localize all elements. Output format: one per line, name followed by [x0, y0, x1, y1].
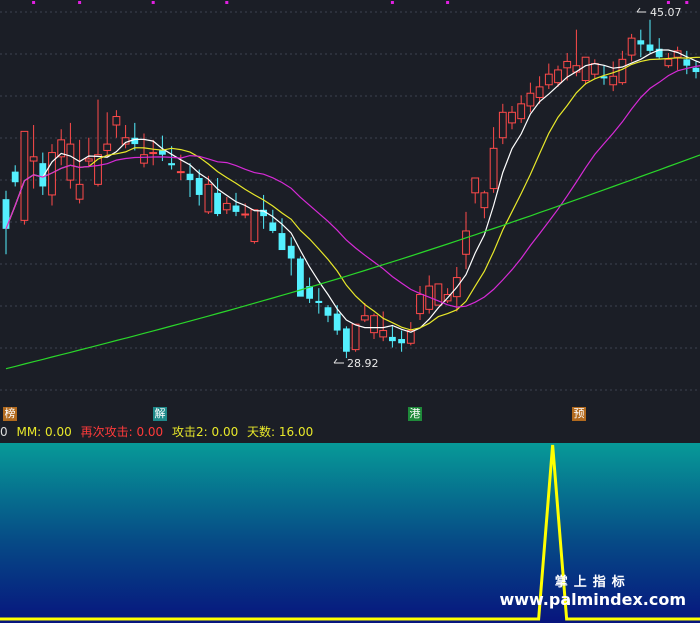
ma20-line [5, 65, 700, 308]
candle-body [66, 143, 75, 181]
candle-body [462, 230, 470, 255]
candle-body [204, 183, 213, 213]
price-labels: 45.07 28.92 [333, 6, 682, 370]
candle-body [84, 158, 93, 162]
candle-body [112, 116, 121, 126]
candle-body [416, 294, 424, 315]
candle-body [250, 209, 259, 243]
candle-body [222, 202, 231, 211]
candle-body [75, 183, 84, 200]
candle-body [39, 163, 47, 187]
indicator-mm: MM: 0.00 [16, 425, 72, 439]
candle-body [159, 150, 166, 155]
candle-body [103, 143, 112, 151]
candle-body [149, 152, 158, 155]
low-price-label: 28.92 [347, 357, 379, 370]
event-dot [78, 1, 82, 4]
candle-body [379, 330, 388, 338]
candle-body [29, 156, 38, 162]
candle-body [637, 40, 645, 45]
event-dot [666, 1, 670, 4]
moving-average-lines [5, 49, 700, 370]
candle-body [287, 245, 295, 259]
event-dot [685, 1, 689, 4]
watermark-cn: 掌上指标 [554, 575, 631, 590]
stock-chart-window: 45.07 28.92 榜 解 港 预 0 MM: 0.00 再次攻击: 0.0… [0, 0, 700, 623]
candle-body [20, 130, 29, 221]
candle-body [563, 60, 572, 69]
candle-body [140, 154, 148, 164]
event-dots [32, 1, 689, 4]
indicator-tianshu: 天数: 16.00 [247, 425, 314, 439]
candle-body [526, 92, 535, 107]
candle-body [214, 192, 221, 215]
candle-body [11, 171, 19, 183]
candle-body [664, 58, 673, 67]
candles-layer [2, 19, 700, 359]
candle-body [517, 103, 526, 120]
candle-body [324, 307, 332, 316]
indicator-zaici-gongji: 再次攻击: 0.00 [80, 425, 164, 439]
candle-body [609, 75, 618, 86]
candle-body [195, 177, 203, 195]
marker-jie[interactable]: 解 [153, 407, 167, 421]
candle-body [343, 328, 350, 352]
candle-body [398, 339, 405, 344]
watermark-url: www.palmindex.com [499, 590, 686, 609]
candle-body [232, 205, 240, 212]
candle-body [168, 163, 175, 166]
event-dot [390, 1, 394, 4]
event-dot [225, 1, 229, 4]
marker-bang[interactable]: 榜 [3, 407, 17, 421]
candle-body [370, 315, 378, 334]
candle-body [278, 233, 286, 251]
indicator-prefix: 0 [0, 425, 8, 439]
candle-body [176, 171, 185, 174]
candle-body [498, 111, 507, 139]
candle-body [315, 300, 323, 304]
candle-body [351, 323, 360, 351]
candle-body [627, 37, 636, 56]
candle-body [508, 111, 516, 124]
candle-body [646, 44, 654, 51]
candle-body [471, 177, 480, 194]
candle-body [554, 69, 562, 84]
candle-body [333, 313, 341, 331]
ma5-line [5, 49, 700, 333]
low-pointer [333, 358, 344, 364]
indicator-readout: 0 MM: 0.00 再次攻击: 0.00 攻击2: 0.00 天数: 16.0… [0, 423, 700, 441]
marker-yu[interactable]: 预 [572, 407, 586, 421]
watermark: 掌上指标 www.palmindex.com [499, 571, 686, 609]
event-marker-strip: 榜 解 港 预 [0, 405, 700, 423]
candle-body [389, 336, 396, 342]
candle-body [692, 67, 700, 73]
candle-body [683, 59, 691, 66]
candle-body [489, 147, 498, 190]
event-dot [446, 1, 450, 4]
high-pointer [636, 7, 646, 13]
candle-body [535, 86, 544, 98]
indicator-gongji2: 攻击2: 0.00 [172, 425, 239, 439]
candle-body [581, 56, 590, 82]
candle-body [269, 222, 277, 231]
candle-body [618, 58, 627, 84]
candle-body [360, 315, 369, 321]
candlestick-chart[interactable]: 45.07 28.92 [0, 0, 700, 405]
candle-body [590, 63, 599, 75]
candle-body [544, 73, 553, 86]
marker-gang[interactable]: 港 [408, 407, 422, 421]
candle-body [131, 137, 139, 145]
candle-body [480, 192, 489, 209]
candle-body [186, 173, 194, 181]
event-dot [151, 1, 155, 4]
candle-body [241, 213, 250, 216]
ma10-line [5, 56, 700, 331]
high-price-label: 45.07 [650, 6, 682, 19]
event-dot [32, 1, 36, 4]
